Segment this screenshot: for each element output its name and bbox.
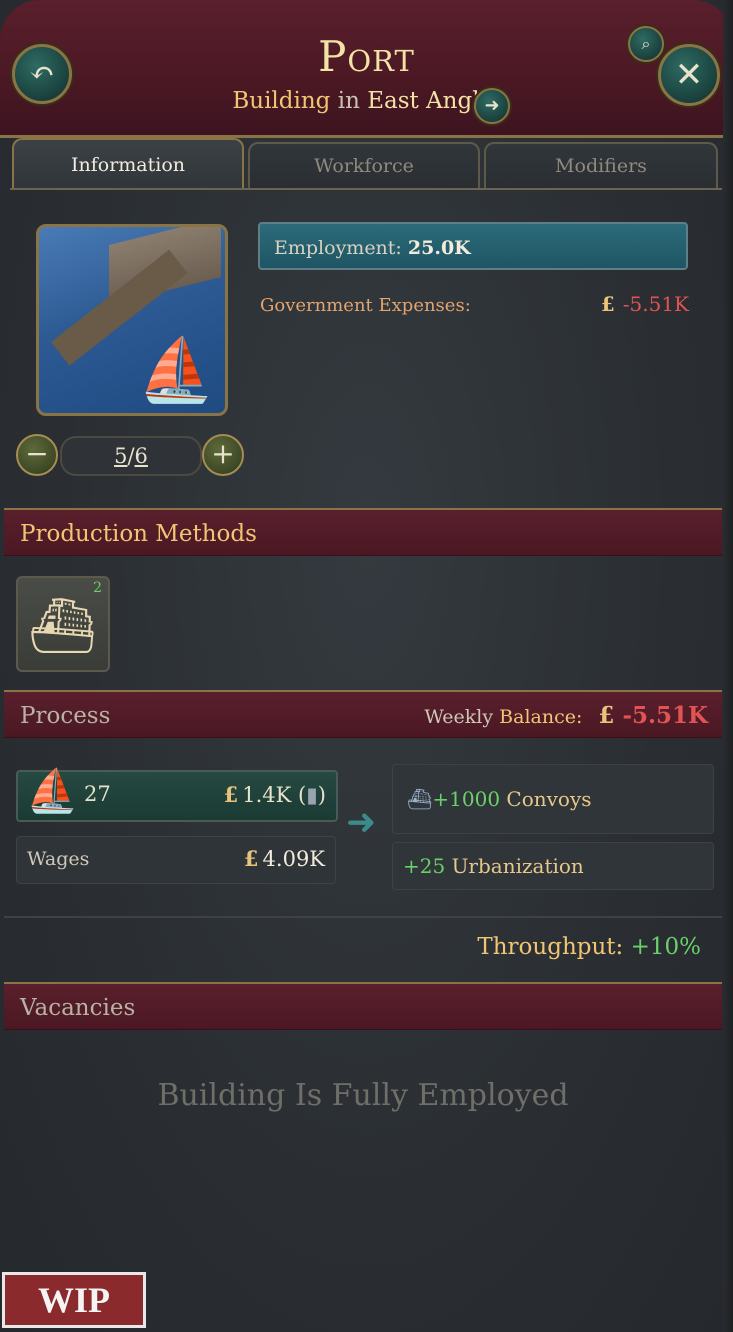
close-icon: ✕: [674, 55, 704, 95]
urbanization-label: Urbanization: [451, 854, 584, 878]
building-subtitle: Building in East Anglia: [0, 88, 733, 114]
input-price-close: ): [317, 783, 326, 807]
process-title: Process: [20, 703, 111, 729]
vacancies-message: Building Is Fully Employed: [157, 1078, 569, 1113]
throughput-value: +10%: [630, 934, 701, 960]
pound-icon: £: [600, 292, 615, 316]
process-header: Process Weekly Balance: £ -5.51K: [4, 690, 722, 738]
input-price: £1.4K (▮): [224, 782, 326, 807]
convoys-label: Convoys: [506, 787, 592, 811]
convoy-icon: ⛴: [407, 787, 433, 811]
panel-header: ↶ Port Building in East Anglia ➜ ⌕ ✕: [0, 0, 733, 138]
increase-level-button[interactable]: +: [202, 434, 244, 476]
pound-icon: £: [243, 846, 259, 871]
wages-amount: 4.09K: [262, 847, 325, 871]
convoys-amount: +1000: [432, 787, 501, 811]
input-price-value: 1.4K (: [242, 783, 307, 807]
output-convoys-text: ⛴+1000 Convoys: [407, 787, 592, 811]
search-button[interactable]: ⌕: [628, 26, 664, 62]
building-image: ⛵: [36, 224, 228, 416]
search-icon: ⌕: [641, 34, 651, 53]
cargo-ship-icon: ⛴: [28, 594, 97, 657]
building-title: Port: [318, 32, 415, 81]
input-count: 27: [84, 782, 111, 806]
balance-label: Balance:: [499, 706, 583, 728]
decrease-level-button[interactable]: −: [16, 434, 58, 476]
arrow-right-icon: ➜: [484, 95, 500, 116]
goods-stack-icon: ▮: [306, 783, 318, 807]
pound-icon: £: [223, 782, 239, 807]
output-urbanization-text: +25 Urbanization: [403, 854, 584, 878]
tab-modifiers[interactable]: Modifiers: [484, 142, 718, 190]
level-current: 5: [114, 444, 128, 468]
pound-icon: £: [598, 702, 615, 729]
divider: [4, 916, 722, 918]
level-separator: /: [127, 444, 135, 468]
weekly-label: Weekly: [424, 706, 494, 728]
production-methods-header: Production Methods: [4, 508, 722, 556]
level-display: 5/6: [60, 436, 202, 476]
clipper-ship-icon: ⛵: [26, 766, 79, 815]
input-clipper-ships[interactable]: ⛵ 27 £1.4K (▮): [16, 766, 338, 822]
tab-divider: [10, 188, 722, 190]
weekly-balance-value: -5.51K: [622, 702, 708, 729]
wages-row[interactable]: Wages £4.09K: [16, 836, 336, 884]
government-expenses-amount: -5.51K: [622, 292, 689, 316]
level-max: 6: [134, 444, 148, 468]
process-arrow-icon: ➜: [346, 802, 377, 843]
goto-region-button[interactable]: ➜: [474, 88, 510, 124]
wages-value: £4.09K: [244, 846, 325, 871]
minus-icon: −: [25, 437, 49, 470]
employment-bar[interactable]: Employment: 25.0K: [258, 222, 688, 270]
wip-badge: WIP: [2, 1272, 146, 1328]
subtitle-building: Building: [232, 88, 331, 114]
output-convoys[interactable]: ⛴+1000 Convoys: [392, 764, 714, 834]
production-method-button[interactable]: 2 ⛴: [16, 576, 110, 672]
government-expenses-value: £ -5.51K: [601, 292, 689, 316]
employment-label: Employment:: [274, 237, 402, 259]
vacancies-header: Vacancies: [4, 982, 722, 1030]
building-panel: ↶ Port Building in East Anglia ➜ ⌕ ✕ Inf…: [0, 0, 733, 1332]
close-button[interactable]: ✕: [658, 44, 720, 106]
tab-information[interactable]: Information: [12, 138, 244, 190]
plus-icon: +: [211, 437, 235, 470]
subtitle-in: in: [337, 88, 360, 114]
ship-icon: ⛵: [137, 333, 215, 406]
employment-value: 25.0K: [407, 237, 471, 259]
throughput[interactable]: Throughput: +10%: [477, 934, 701, 960]
urbanization-amount: +25: [403, 854, 446, 878]
weekly-balance: Weekly Balance: £ -5.51K: [424, 692, 708, 741]
throughput-label: Throughput:: [477, 934, 624, 960]
government-expenses-label: Government Expenses:: [260, 295, 471, 316]
output-urbanization[interactable]: +25 Urbanization: [392, 842, 714, 890]
wages-label: Wages: [27, 848, 90, 870]
tab-workforce[interactable]: Workforce: [248, 142, 480, 190]
